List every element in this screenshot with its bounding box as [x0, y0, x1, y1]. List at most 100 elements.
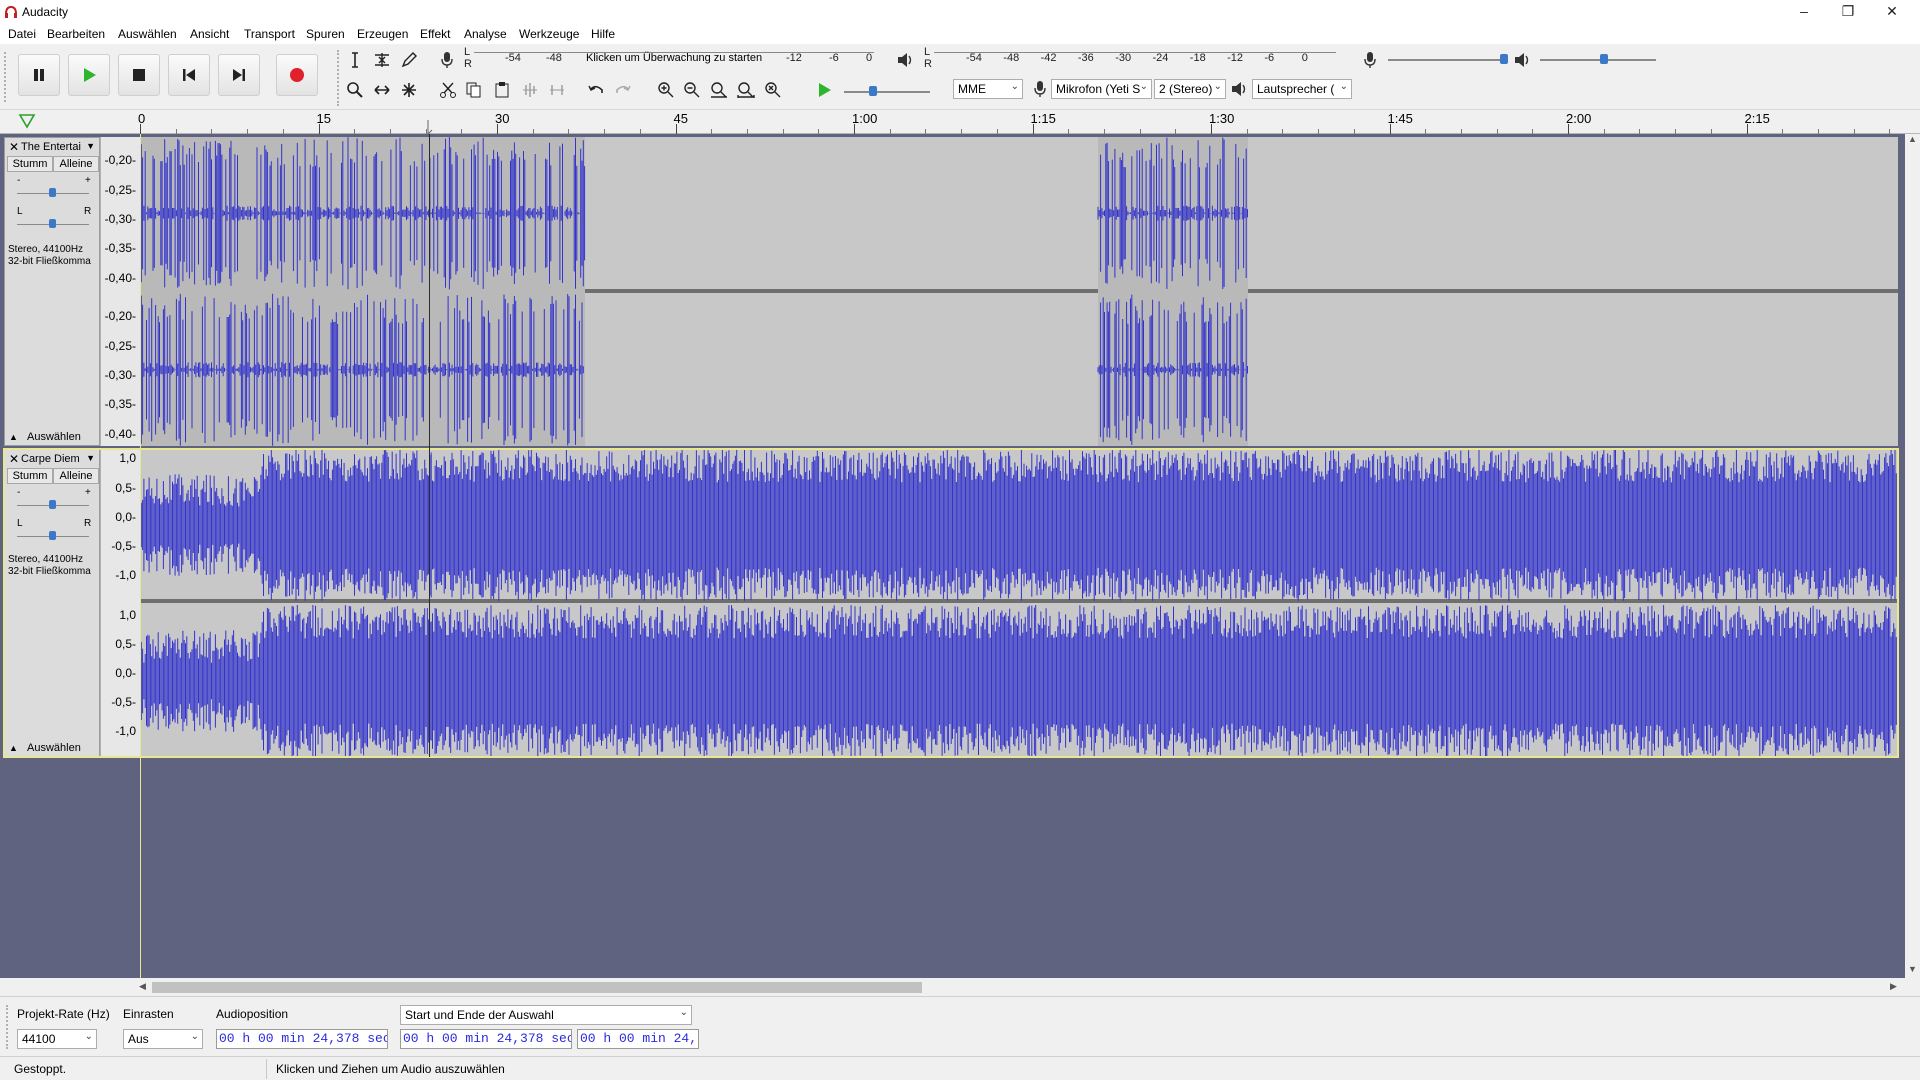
- menu-ansicht[interactable]: Ansicht: [190, 27, 229, 41]
- paste-button[interactable]: [490, 78, 514, 102]
- status-divider: [266, 1059, 267, 1079]
- zoom-toggle-button[interactable]: [761, 78, 785, 102]
- play-speed-thumb[interactable]: [869, 86, 877, 96]
- select-track-button[interactable]: Auswählen: [27, 742, 81, 754]
- host-select[interactable]: MME ⌄: [953, 79, 1023, 99]
- zoom-out-button[interactable]: [680, 78, 704, 102]
- envelope-tool[interactable]: [370, 48, 394, 72]
- restore-button[interactable]: ❐: [1826, 0, 1870, 24]
- silence-button[interactable]: [545, 78, 569, 102]
- menu-erzeugen[interactable]: Erzeugen: [357, 27, 408, 41]
- ruler-label: 2:15: [1744, 111, 1770, 126]
- menu-werkzeuge[interactable]: Werkzeuge: [519, 27, 579, 41]
- input-volume-thumb[interactable]: [1500, 54, 1508, 64]
- record-button[interactable]: [276, 54, 318, 96]
- output-volume-thumb[interactable]: [1600, 54, 1608, 64]
- skip-to-end-button[interactable]: [218, 54, 260, 96]
- trim-button[interactable]: [518, 78, 542, 102]
- redo-button[interactable]: [611, 78, 635, 102]
- selection-start-field[interactable]: 00 h 00 min 24,378 sec: [400, 1029, 572, 1049]
- track-control-panel-1[interactable]: ✕ The Entertai ▼ Stumm Alleine - + L R S…: [4, 137, 100, 446]
- close-track-icon[interactable]: ✕: [9, 140, 19, 154]
- toolbar-grip[interactable]: [4, 52, 10, 102]
- play-speed-slider[interactable]: [844, 91, 930, 93]
- mute-button[interactable]: Stumm: [7, 156, 53, 172]
- menu-analyse[interactable]: Analyse: [464, 27, 507, 41]
- copy-button[interactable]: [462, 78, 486, 102]
- selection-mode-select[interactable]: Start und Ende der Auswahl ⌄: [400, 1005, 692, 1025]
- timeline-options-icon[interactable]: [18, 113, 36, 129]
- selection-end-field[interactable]: 00 h 00 min 24,37: [577, 1029, 699, 1049]
- horizontal-scrollbar[interactable]: ◀ ▶: [136, 979, 1905, 996]
- time-shift-tool[interactable]: [370, 78, 394, 102]
- track-lane-2[interactable]: [140, 449, 1898, 757]
- vertical-scrollbar[interactable]: ▲ ▼: [1905, 134, 1920, 980]
- menu-bearbeiten[interactable]: Bearbeiten: [47, 27, 105, 41]
- channels-select[interactable]: 2 (Stereo) ⌄: [1154, 79, 1226, 99]
- track-control-panel-2[interactable]: ✕ Carpe Diem ▼ Stumm Alleine - + L R Ste…: [4, 449, 100, 757]
- toolbar-grip[interactable]: [6, 1005, 12, 1049]
- track-lane-1[interactable]: [140, 137, 1898, 446]
- menu-datei[interactable]: Datei: [8, 27, 36, 41]
- pan-slider-thumb[interactable]: [49, 531, 56, 540]
- audio-position-field[interactable]: 00 h 00 min 24,378 sec: [216, 1029, 388, 1049]
- scroll-up-icon[interactable]: ▲: [1908, 134, 1917, 144]
- cut-button[interactable]: [436, 78, 460, 102]
- close-window-button[interactable]: ✕: [1870, 0, 1914, 24]
- track-name: The Entertai: [21, 141, 81, 153]
- tracks-area[interactable]: ✕ The Entertai ▼ Stumm Alleine - + L R S…: [0, 134, 1905, 978]
- menu-hilfe[interactable]: Hilfe: [591, 27, 615, 41]
- amplitude-ruler-2[interactable]: 1,0 0,5- 0,0- -0,5- -1,0 1,0 0,5- 0,0- -…: [100, 449, 140, 757]
- input-device-select[interactable]: Mikrofon (Yeti S ⌄: [1051, 79, 1152, 99]
- play-at-speed-button[interactable]: [813, 78, 837, 102]
- menu-transport[interactable]: Transport: [244, 27, 295, 41]
- stop-button[interactable]: [118, 54, 160, 96]
- minimize-button[interactable]: –: [1782, 0, 1826, 24]
- scroll-right-icon[interactable]: ▶: [1890, 981, 1897, 992]
- playback-meter-tick: -6: [1264, 52, 1275, 64]
- solo-button[interactable]: Alleine: [53, 156, 99, 172]
- zoom-in-button[interactable]: [654, 78, 678, 102]
- gain-slider-thumb[interactable]: [49, 188, 56, 197]
- horizontal-scroll-thumb[interactable]: [152, 982, 922, 993]
- zoom-tool[interactable]: [343, 78, 367, 102]
- skip-to-start-button[interactable]: [168, 54, 210, 96]
- gain-slider-thumb[interactable]: [49, 500, 56, 509]
- mute-button[interactable]: Stumm: [7, 468, 53, 484]
- scroll-left-icon[interactable]: ◀: [139, 981, 146, 992]
- select-track-button[interactable]: Auswählen: [27, 431, 81, 443]
- track-name-menu[interactable]: The Entertai ▼: [21, 141, 97, 155]
- pan-slider-thumb[interactable]: [49, 219, 56, 228]
- track-name-menu[interactable]: Carpe Diem ▼: [21, 453, 97, 467]
- output-device-select[interactable]: Lautsprecher (⌄: [1252, 79, 1352, 99]
- menu-spuren[interactable]: Spuren: [306, 27, 345, 41]
- collapse-arrow-icon[interactable]: ▲: [9, 743, 18, 753]
- fit-project-button[interactable]: [734, 78, 758, 102]
- undo-button[interactable]: [584, 78, 608, 102]
- timeline-ruler[interactable]: 0 15 30 45 1:00 1:15 1:30 1:45 2:00 2:15: [0, 110, 1920, 134]
- input-volume-slider[interactable]: [1388, 59, 1508, 61]
- close-track-icon[interactable]: ✕: [9, 452, 19, 466]
- playback-meter-speaker[interactable]: [893, 48, 917, 72]
- zoom-toggle-icon: [765, 82, 781, 98]
- paste-icon: [495, 82, 509, 98]
- multi-tool[interactable]: [397, 78, 421, 102]
- play-button[interactable]: [68, 54, 110, 96]
- snap-select[interactable]: Aus ⌄: [123, 1029, 203, 1049]
- solo-button[interactable]: Alleine: [53, 468, 99, 484]
- draw-tool[interactable]: [397, 48, 421, 72]
- amp-tick: -0,30-: [104, 212, 136, 226]
- scroll-down-icon[interactable]: ▼: [1908, 964, 1917, 974]
- monitor-prompt[interactable]: Klicken um Überwachung zu starten: [586, 52, 762, 64]
- selection-tool[interactable]: [343, 48, 367, 72]
- menu-effekt[interactable]: Effekt: [420, 27, 450, 41]
- project-rate-select[interactable]: 44100 ⌄: [17, 1029, 97, 1049]
- menu-auswaehlen[interactable]: Auswählen: [118, 27, 177, 41]
- ruler-label: 1:00: [852, 111, 878, 126]
- amplitude-ruler-1[interactable]: -0,20- -0,25- -0,30- -0,35- -0,40- -0,20…: [100, 137, 140, 446]
- collapse-arrow-icon[interactable]: ▲: [9, 432, 18, 442]
- output-volume-slider[interactable]: [1540, 59, 1656, 61]
- pause-button[interactable]: [18, 54, 60, 96]
- record-meter-mic[interactable]: [435, 48, 459, 72]
- fit-selection-button[interactable]: [707, 78, 731, 102]
